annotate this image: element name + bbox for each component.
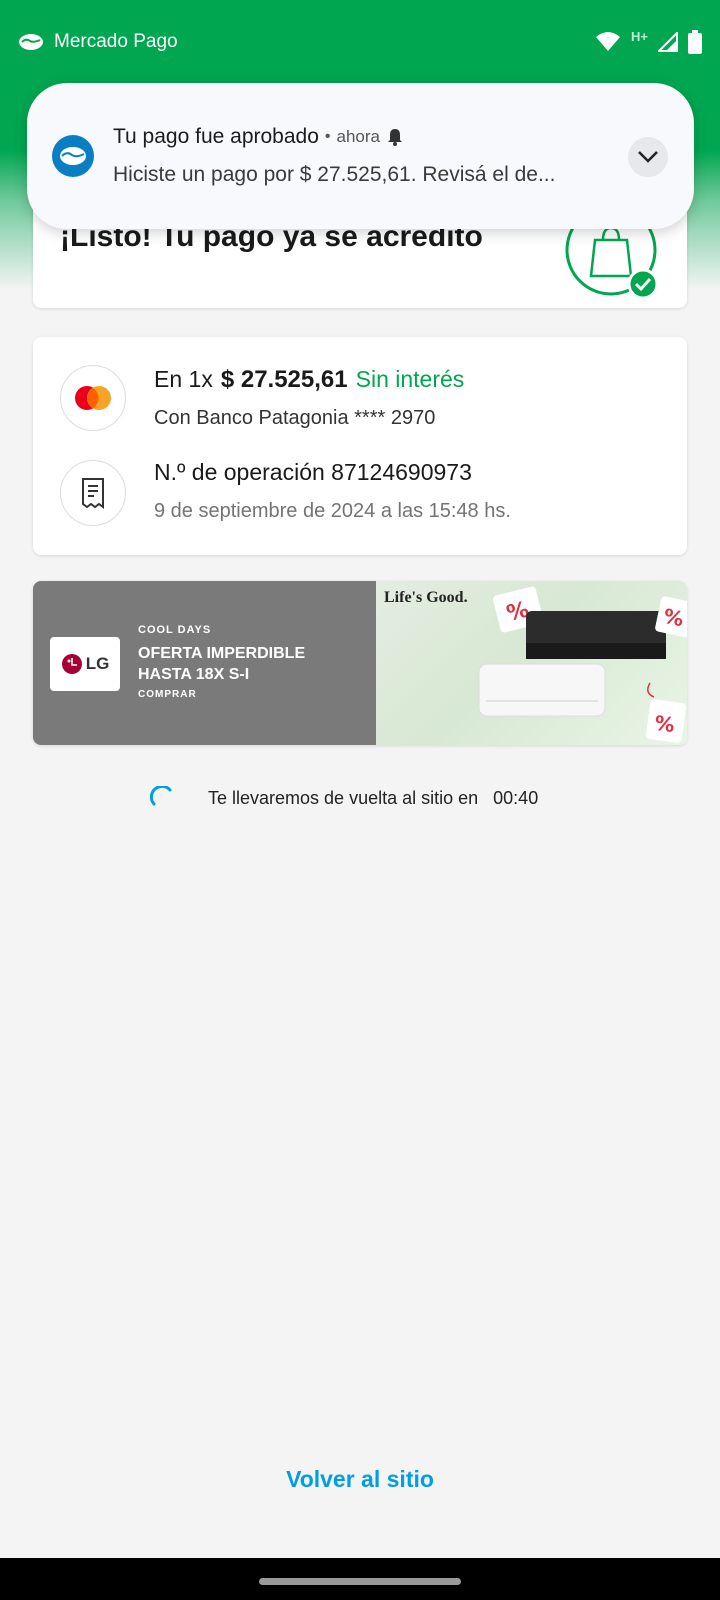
notification-separator: •	[324, 128, 331, 145]
mastercard-icon	[75, 386, 111, 410]
bank-info: Con Banco Patagonia **** 2970	[154, 407, 436, 429]
banner-text-panel: LG COOL DAYS OFERTA IMPERDIBLE HASTA 18X…	[33, 581, 376, 745]
status-app-name: Mercado Pago	[54, 31, 178, 52]
banner-image-panel: Life's Good. % % %	[376, 581, 687, 745]
home-gesture-handle[interactable]	[259, 1578, 461, 1585]
banner-offer: OFERTA IMPERDIBLE HASTA 18X S-I	[138, 645, 306, 683]
payment-notification[interactable]: Tu pago fue aprobado • ahora Hiciste un …	[27, 83, 694, 229]
payment-amount: $ 27.525,61	[220, 366, 348, 393]
lg-logo: LG	[50, 637, 120, 691]
signal-icon	[658, 32, 678, 52]
installments: En 1x	[154, 366, 213, 392]
spinner-icon	[150, 786, 172, 806]
notification-title: Tu pago fue aprobado	[113, 125, 319, 148]
redirect-text: Te llevaremos de vuelta al sitio en 00:4…	[208, 788, 538, 809]
wifi-icon	[596, 32, 621, 51]
status-icons: H+	[595, 28, 702, 54]
notification-body: Hiciste un pago por $ 27.525,61. Revisá …	[113, 163, 556, 186]
operation-number: N.º de operación 87124690973	[154, 459, 472, 485]
banner-eyebrow: COOL DAYS	[138, 624, 212, 636]
redirect-countdown: Te llevaremos de vuelta al sitio en 00:4…	[150, 786, 538, 810]
lg-face-icon	[61, 654, 82, 674]
banner-cta[interactable]: COMPRAR	[138, 689, 197, 700]
back-to-site-button[interactable]: Volver al sitio	[0, 1466, 720, 1493]
svg-text:%: %	[653, 711, 676, 738]
payment-summary: En 1x $ 27.525,61 Sin interés	[154, 366, 464, 394]
card-brand-badge	[60, 365, 126, 431]
payment-date: 9 de septiembre de 2024 a las 15:48 hs.	[154, 500, 511, 522]
battery-icon	[688, 30, 702, 54]
lg-promo-banner[interactable]: LG COOL DAYS OFERTA IMPERDIBLE HASTA 18X…	[33, 581, 687, 745]
bell-icon	[387, 129, 402, 146]
mercado-pago-handshake-icon	[19, 34, 43, 50]
status-bar: Mercado Pago H+	[0, 0, 720, 84]
redirect-message: Te llevaremos de vuelta al sitio en	[208, 787, 479, 808]
air-conditioner-illustration: % % %	[478, 586, 687, 743]
interest-label: Sin interés	[355, 366, 465, 392]
status-app: Mercado Pago	[18, 31, 178, 53]
notification-header: Tu pago fue aprobado • ahora	[113, 125, 404, 149]
receipt-badge	[60, 460, 126, 526]
chevron-down-icon	[638, 151, 658, 163]
mercado-pago-notification-icon	[52, 135, 94, 177]
notification-time: ahora	[336, 127, 380, 146]
notification-expand-button[interactable]	[628, 137, 668, 177]
redirect-timer: 00:40	[493, 787, 539, 808]
receipt-icon	[82, 478, 104, 509]
network-type: H+	[631, 28, 648, 44]
payment-details-card: En 1x $ 27.525,61 Sin interés Con Banco …	[33, 337, 687, 555]
lg-logo-text: LG	[85, 654, 110, 673]
